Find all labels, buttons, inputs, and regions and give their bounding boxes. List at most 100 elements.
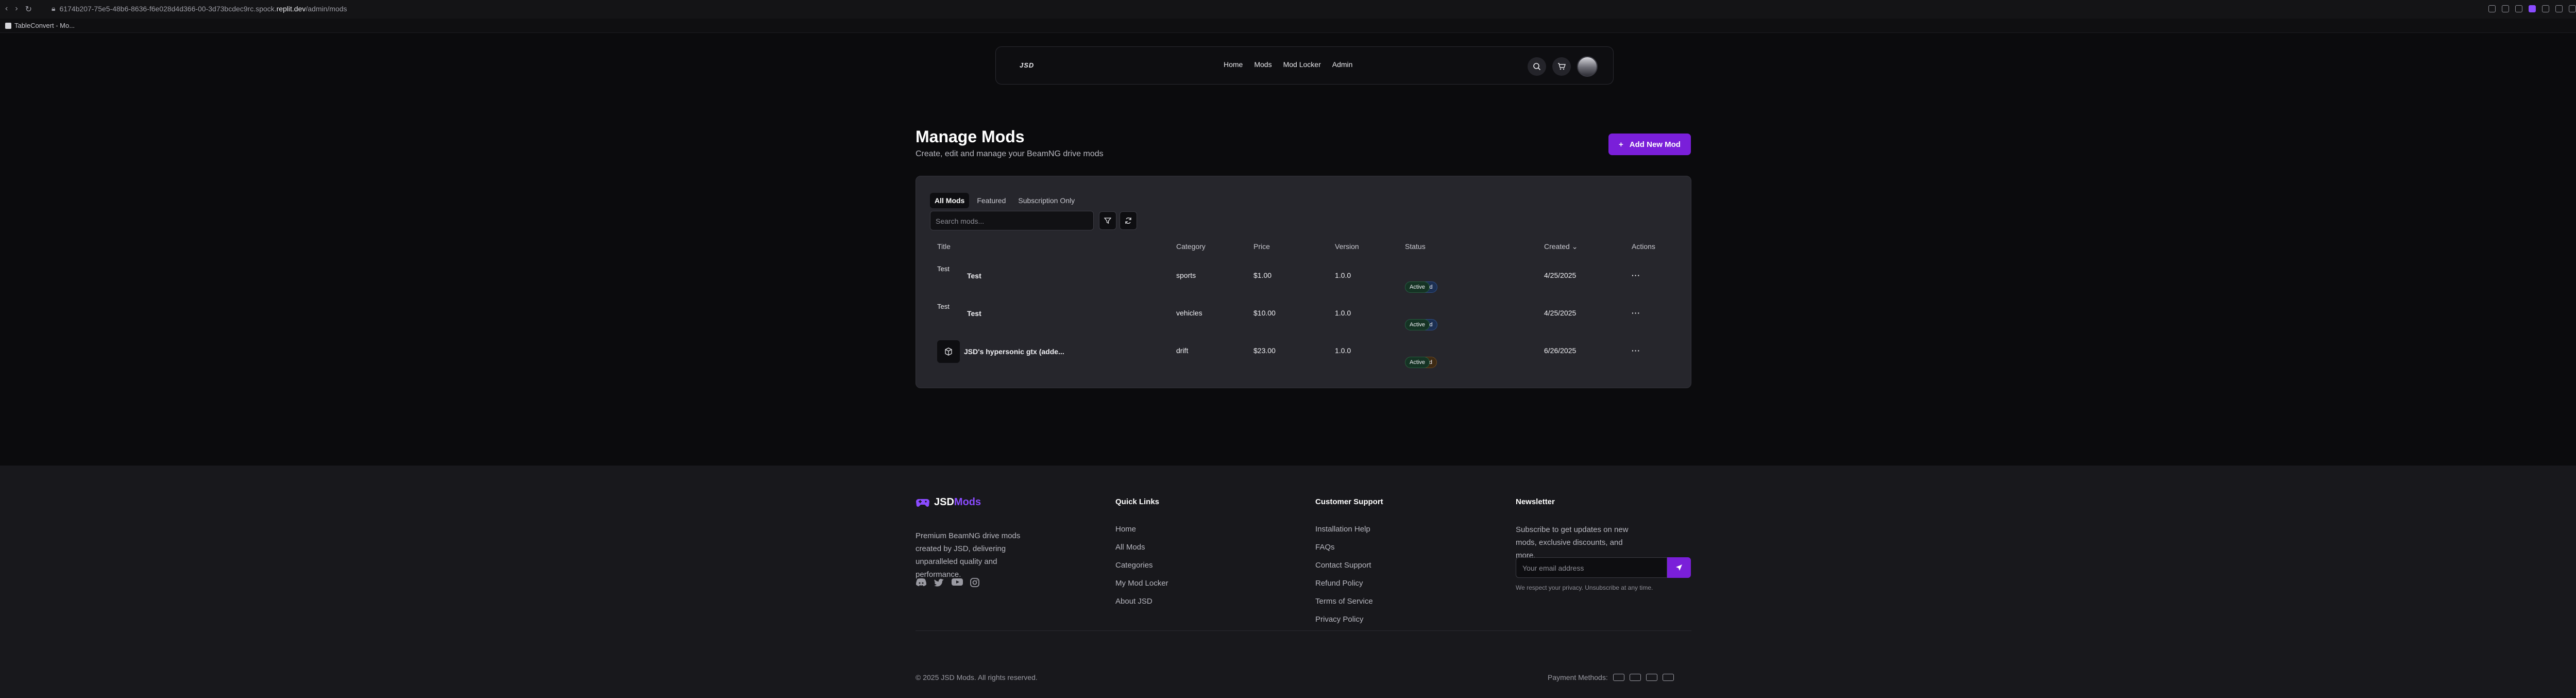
filter-button[interactable] [1099,211,1116,230]
mod-version: 1.0.0 [1335,346,1351,355]
twitter-icon[interactable] [934,578,944,587]
footer-link-categories[interactable]: Categories [1115,561,1168,570]
table-header: Title Category Price Version Status Crea… [930,242,1678,259]
footer-link-faqs[interactable]: FAQs [1315,543,1383,552]
instagram-icon[interactable] [970,578,979,587]
gamepad-icon [916,498,929,507]
payment-methods: Payment Methods: [1548,673,1674,682]
mod-price: $10.00 [1253,309,1276,317]
browser-nav: ‹ › ↻ [5,4,32,14]
extension-icon[interactable] [2502,5,2509,12]
status-badge: Active [1405,281,1430,293]
payment-methods-label: Payment Methods: [1548,673,1608,682]
tab-subscription-only[interactable]: Subscription Only [1013,193,1079,208]
mods-table: Title Category Price Version Status Crea… [930,242,1678,372]
nav-mod-locker[interactable]: Mod Locker [1283,60,1321,69]
credit-card-icon [1629,674,1641,681]
status-badge: Active [1405,357,1430,368]
add-new-mod-label: Add New Mod [1629,140,1681,149]
add-new-mod-button[interactable]: + Add New Mod [1608,134,1691,155]
row-actions-button[interactable]: ··· [1632,271,1640,279]
cart-button[interactable] [1552,57,1571,76]
extension-icon[interactable] [2515,5,2522,12]
cart-icon [1558,63,1566,70]
col-created[interactable]: Created ⌄ [1544,242,1578,251]
mod-thumbnail [937,340,960,363]
extension-icon[interactable] [2555,5,2563,12]
tab-featured[interactable]: Featured [972,193,1010,208]
social-links [916,578,979,587]
mod-version: 1.0.0 [1335,309,1351,317]
footer-link-my-mod-locker[interactable]: My Mod Locker [1115,579,1168,588]
footer-logo[interactable]: JSD Mods [916,496,981,508]
footer-logo-mods: Mods [954,496,981,508]
footer-link-installation-help[interactable]: Installation Help [1315,525,1383,534]
mod-price: $23.00 [1253,346,1276,355]
site-header: JSD Home Mods Mod Locker Admin [995,46,1614,85]
quick-links-heading: Quick Links [1115,497,1160,506]
reload-icon[interactable]: ↻ [25,4,32,14]
avatar[interactable] [1577,56,1598,77]
mod-title: JSD's hypersonic gtx (adde... [964,347,1064,356]
extension-icon[interactable] [2488,5,2496,12]
extension-icon[interactable] [2529,5,2536,12]
footer-link-refund-policy[interactable]: Refund Policy [1315,579,1383,588]
tab-all-mods[interactable]: All Mods [930,193,970,208]
extension-icon[interactable] [2569,5,2576,12]
copyright: © 2025 JSD Mods. All rights reserved. [916,673,1038,682]
search-icon [1533,63,1541,71]
nav-home[interactable]: Home [1224,60,1243,69]
subscribe-button[interactable] [1667,557,1691,578]
back-icon[interactable]: ‹ [5,4,8,14]
footer-description: Premium BeamNG drive mods created by JSD… [916,531,1021,579]
url-text: 6174b207-75e5-48b6-8636-f6e028d4d366-00-… [59,4,347,13]
header-logo[interactable]: JSD [1020,61,1034,69]
bookmark-item[interactable]: TableConvert - Mo... [14,22,75,29]
col-status[interactable]: Status [1405,242,1426,251]
mod-thumbnail: Test [937,265,950,273]
row-actions-button[interactable]: ··· [1632,346,1640,355]
plus-icon: + [1619,140,1623,149]
bookmarks-bar: TableConvert - Mo... [0,19,2576,33]
refresh-button[interactable] [1120,211,1137,230]
forward-icon[interactable]: › [15,4,18,14]
mod-title: Test [967,272,981,280]
credit-card-icon [1662,674,1674,681]
col-price[interactable]: Price [1253,242,1270,251]
mod-created: 6/26/2025 [1544,346,1577,355]
mod-category: drift [1176,346,1189,355]
youtube-icon[interactable] [952,578,963,586]
email-field[interactable]: Your email address [1516,557,1667,578]
extension-icon[interactable] [2542,5,2549,12]
footer-link-home[interactable]: Home [1115,525,1168,534]
nav-admin[interactable]: Admin [1332,60,1353,69]
mod-thumbnail: Test [937,303,950,310]
table-row[interactable]: JSD's hypersonic gtx (adde... drift $23.… [930,334,1678,372]
col-version[interactable]: Version [1335,242,1359,251]
credit-card-icon [1613,674,1624,681]
footer-link-about-jsd[interactable]: About JSD [1115,597,1168,606]
footer-link-terms-of-service[interactable]: Terms of Service [1315,597,1383,606]
mod-category: vehicles [1176,309,1202,317]
refresh-icon [1125,217,1131,224]
table-row[interactable]: Test Test vehicles $10.00 1.0.0 Standard… [930,296,1678,334]
newsletter: Newsletter [1516,497,1555,525]
page-subtitle: Create, edit and manage your BeamNG driv… [916,149,1104,158]
newsletter-note: We respect your privacy. Unsubscribe at … [1516,584,1653,591]
mod-created: 4/25/2025 [1544,309,1577,317]
search-button[interactable] [1528,57,1546,76]
col-category[interactable]: Category [1176,242,1206,251]
footer-link-all-mods[interactable]: All Mods [1115,543,1168,552]
table-row[interactable]: Test Test sports $1.00 1.0.0 StandardAct… [930,259,1678,296]
nav-mods[interactable]: Mods [1254,60,1272,69]
footer-link-contact-support[interactable]: Contact Support [1315,561,1383,570]
col-title[interactable]: Title [937,242,951,251]
newsletter-text: Subscribe to get updates on new mods, ex… [1516,525,1629,560]
footer-link-privacy-policy[interactable]: Privacy Policy [1315,615,1383,624]
address-bar[interactable]: 🔒︎ 6174b207-75e5-48b6-8636-f6e028d4d366-… [52,4,347,13]
discord-icon[interactable] [916,578,927,587]
filter-tabs: All Mods Featured Subscription Only [930,193,1079,208]
row-actions-button[interactable]: ··· [1632,309,1640,317]
search-input[interactable]: Search mods... [930,211,1094,230]
col-created-label: Created [1544,242,1570,251]
